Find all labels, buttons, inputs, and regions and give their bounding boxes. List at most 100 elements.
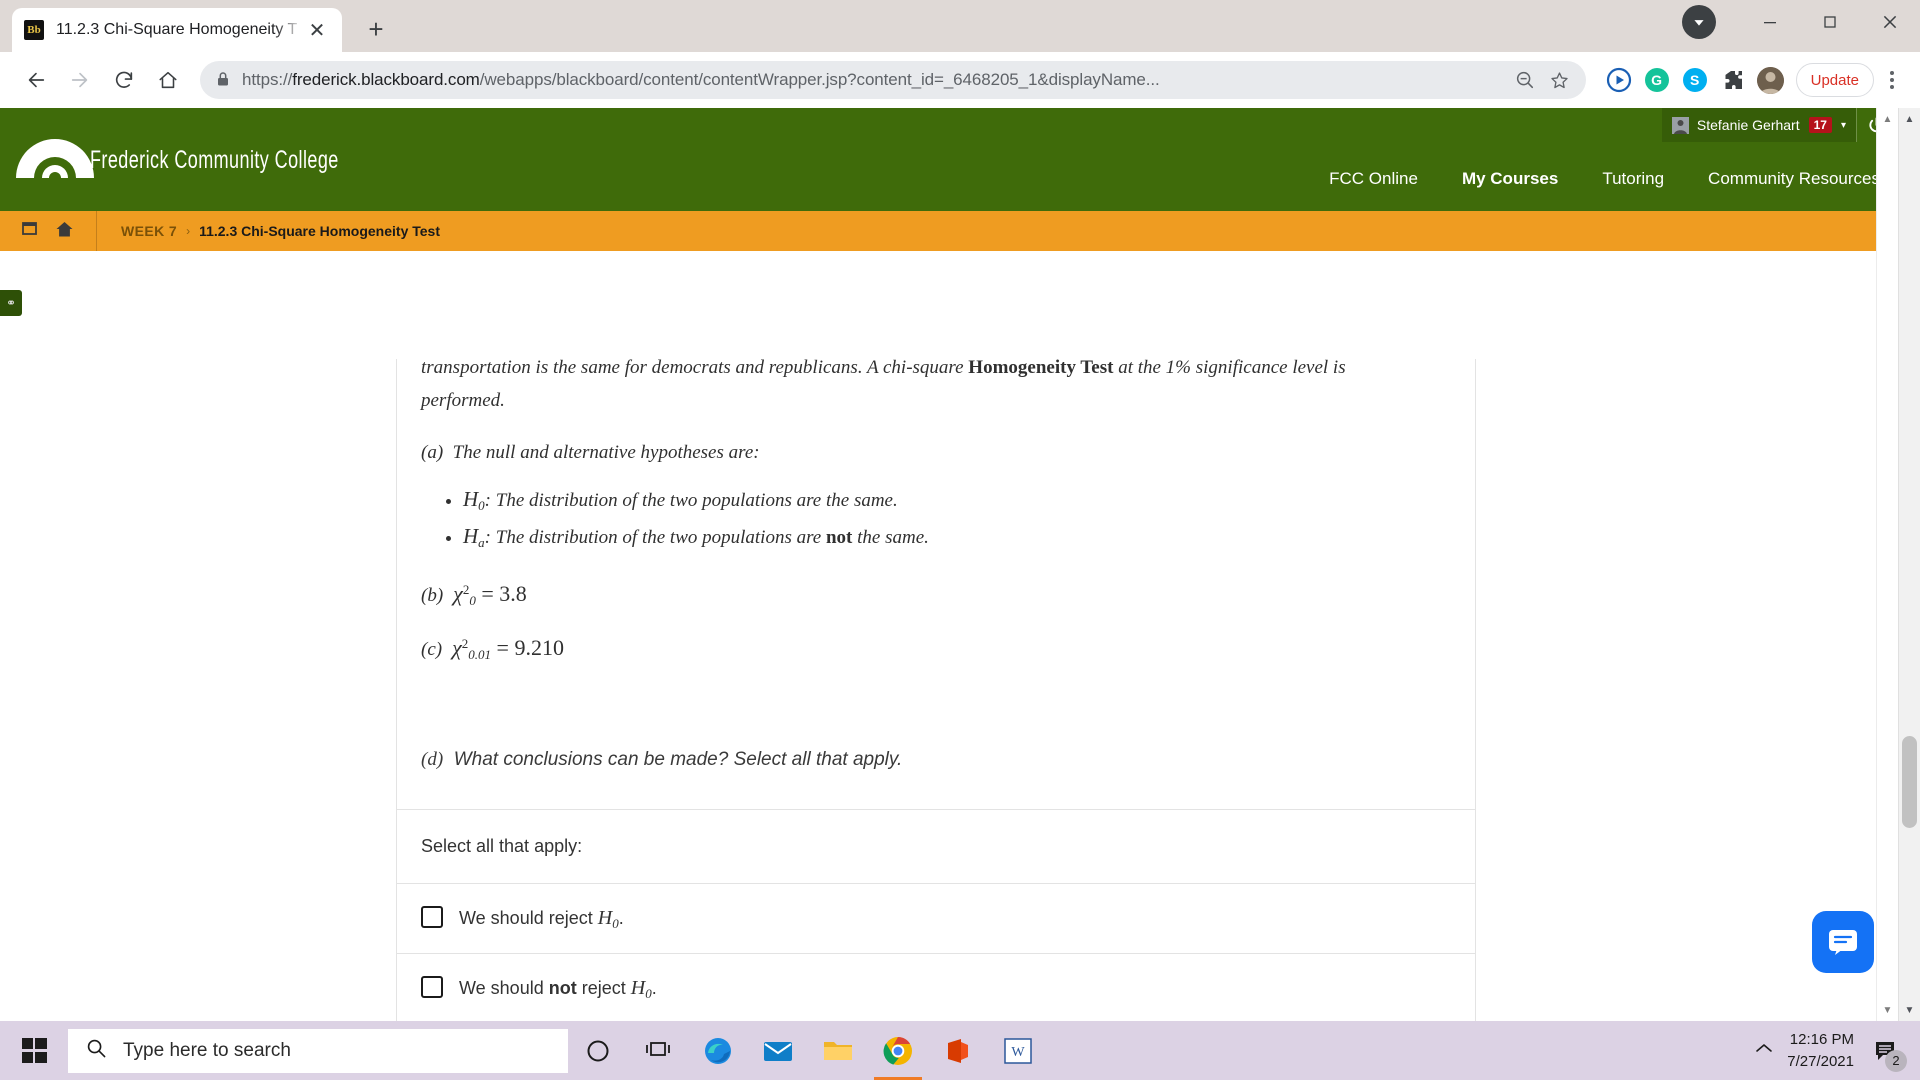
tray-chevron-icon[interactable]	[1753, 1040, 1775, 1061]
part-b-value: = 3.8	[481, 581, 527, 607]
scrollbar-thumb[interactable]	[1902, 736, 1917, 828]
profile-photo-icon[interactable]	[1754, 63, 1788, 97]
hypothesis-null: H0: The distribution of the two populati…	[463, 481, 1451, 518]
avatar[interactable]	[1682, 5, 1716, 39]
fcc-logo[interactable]: Frederick Community College	[14, 130, 435, 178]
notification-center-icon[interactable]: 2	[1866, 1031, 1907, 1072]
address-bar[interactable]: https://frederick.blackboard.com/webapps…	[200, 61, 1586, 99]
user-avatar-icon	[1671, 116, 1689, 134]
inner-scroll-up-icon[interactable]: ▲	[1877, 108, 1898, 130]
answer-option-2[interactable]: We should not reject H0.	[397, 953, 1475, 1021]
word-taskbar-icon[interactable]: W	[988, 1021, 1048, 1080]
windows-start-icon[interactable]	[0, 1021, 68, 1080]
cortana-circle-icon[interactable]	[568, 1021, 628, 1080]
nav-item-my-courses[interactable]: My Courses	[1462, 169, 1558, 189]
part-c: (c) χ20.01 = 9.210	[421, 635, 1451, 663]
checkbox[interactable]	[421, 976, 443, 999]
ha-text-before: : The distribution of the two population…	[484, 527, 826, 549]
part-d: (d) What conclusions can be made? Select…	[421, 745, 1451, 774]
url-scheme: https://	[242, 70, 293, 89]
intro-text-start: transportation is the same for democrats…	[421, 357, 969, 378]
close-button[interactable]	[1860, 0, 1920, 44]
user-menu[interactable]: Stefanie Gerhart 17 ▾	[1661, 108, 1856, 142]
browser-toolbar: https://frederick.blackboard.com/webapps…	[0, 52, 1920, 108]
plus-icon[interactable]: +	[356, 9, 396, 49]
chevron-down-icon: ▾	[1840, 119, 1846, 131]
google-chrome-taskbar-icon[interactable]	[868, 1021, 928, 1080]
breadcrumb-parent[interactable]: WEEK 7	[121, 223, 177, 239]
inner-scroll-down-icon[interactable]: ▼	[1877, 999, 1898, 1021]
part-b-equation: χ20 = 3.8	[453, 581, 527, 609]
maximize-button[interactable]	[1800, 0, 1860, 44]
h0-symbol: H	[463, 487, 479, 512]
microsoft-edge-taskbar-icon[interactable]	[688, 1021, 748, 1080]
part-a: (a) The null and alternative hypotheses …	[421, 438, 1451, 467]
part-b: (b) χ20 = 3.8	[421, 581, 1451, 609]
user-name: Stefanie Gerhart	[1696, 117, 1800, 133]
nav-item-tutoring[interactable]: Tutoring	[1602, 169, 1664, 189]
lock-icon	[216, 71, 230, 90]
answer-option-1-label: We should reject H0.	[459, 906, 624, 931]
page-viewport: Frederick Community College Stefanie Ger…	[0, 108, 1920, 1021]
clock[interactable]: 12:16 PM 7/27/2021	[1787, 1029, 1854, 1073]
collapse-handle-icon[interactable]: ⚭	[0, 290, 22, 316]
panel-toggle-icon[interactable]	[22, 220, 39, 242]
forward-button[interactable]	[58, 58, 102, 102]
reload-button[interactable]	[102, 58, 146, 102]
search-input[interactable]: Type here to search	[68, 1028, 568, 1073]
search-icon	[86, 1038, 107, 1064]
checkbox[interactable]	[421, 905, 443, 928]
page-scrollbar[interactable]: ▲ ▼	[1898, 108, 1920, 1021]
part-b-label: (b)	[421, 585, 444, 607]
question-body: transportation is the same for democrats…	[397, 357, 1475, 775]
minimize-button[interactable]	[1740, 0, 1800, 44]
task-view-icon[interactable]	[628, 1021, 688, 1080]
update-button[interactable]: Update	[1795, 63, 1874, 97]
breadcrumb-path: WEEK 7 › 11.2.3 Chi-Square Homogeneity T…	[97, 223, 440, 239]
file-explorer-taskbar-icon[interactable]	[808, 1021, 868, 1080]
chi-symbol-c: χ	[452, 635, 462, 661]
inner-scrollbar[interactable]: ▲ ▼	[1876, 108, 1898, 1021]
hypothesis-alt: Ha: The distribution of the two populati…	[463, 518, 1451, 555]
part-c-value: = 9.210	[496, 635, 564, 661]
ha-symbol: H	[463, 524, 479, 549]
browser-tab-strip: Bb 11.2.3 Chi-Square Homogeneity T ✕ +	[0, 0, 1920, 52]
scroll-up-icon[interactable]: ▲	[1899, 108, 1920, 130]
url-text: https://frederick.blackboard.com/webapps…	[242, 70, 1501, 90]
browser-tab[interactable]: Bb 11.2.3 Chi-Square Homogeneity T ✕	[12, 8, 342, 52]
back-button[interactable]	[14, 58, 58, 102]
browser-tab-title: 11.2.3 Chi-Square Homogeneity T	[56, 21, 298, 38]
blackboard-header: Frederick Community College Stefanie Ger…	[0, 108, 1920, 211]
ha-text-after: the same.	[852, 527, 929, 549]
home-icon[interactable]	[55, 220, 74, 243]
scroll-down-icon[interactable]: ▼	[1899, 999, 1920, 1021]
chrome-browser-window: Bb 11.2.3 Chi-Square Homogeneity T ✕ + h…	[0, 0, 1920, 1021]
puzzle-extensions-icon[interactable]	[1716, 63, 1750, 97]
chi-sub-b: 0	[469, 593, 476, 609]
question-intro: transportation is the same for democrats…	[421, 353, 1451, 382]
microsoft-office-taskbar-icon[interactable]	[928, 1021, 988, 1080]
star-icon[interactable]	[1549, 70, 1570, 91]
nav-item-fcc-online[interactable]: FCC Online	[1329, 169, 1418, 189]
zoom-out-icon[interactable]	[1515, 70, 1535, 90]
extension-icons: G S	[1602, 63, 1788, 97]
nav-item-community-resources[interactable]: Community Resources	[1708, 169, 1880, 189]
part-d-text: What conclusions can be made? Select all…	[453, 749, 903, 771]
part-a-text: The null and alternative hypotheses are:	[452, 441, 760, 463]
close-icon[interactable]: ✕	[304, 17, 330, 43]
grammarly-extension-icon[interactable]: G	[1640, 63, 1674, 97]
media-play-extension-icon[interactable]	[1602, 63, 1636, 97]
mail-taskbar-icon[interactable]	[748, 1021, 808, 1080]
chat-bubble-icon[interactable]	[1812, 911, 1874, 973]
fcc-arc-icon	[14, 130, 96, 178]
notification-badge: 17	[1808, 117, 1832, 133]
blackboard-favicon: Bb	[24, 20, 44, 40]
home-button[interactable]	[146, 58, 190, 102]
ha-bold-word: not	[825, 527, 853, 549]
question-card: transportation is the same for democrats…	[396, 357, 1476, 1021]
kebab-menu-icon[interactable]	[1878, 71, 1906, 89]
part-c-label: (c)	[421, 639, 443, 661]
answer-option-1[interactable]: We should reject H0.	[397, 882, 1475, 953]
intro-text-end: at the 1% significance level is	[1113, 357, 1346, 378]
skype-extension-icon[interactable]: S	[1678, 63, 1712, 97]
